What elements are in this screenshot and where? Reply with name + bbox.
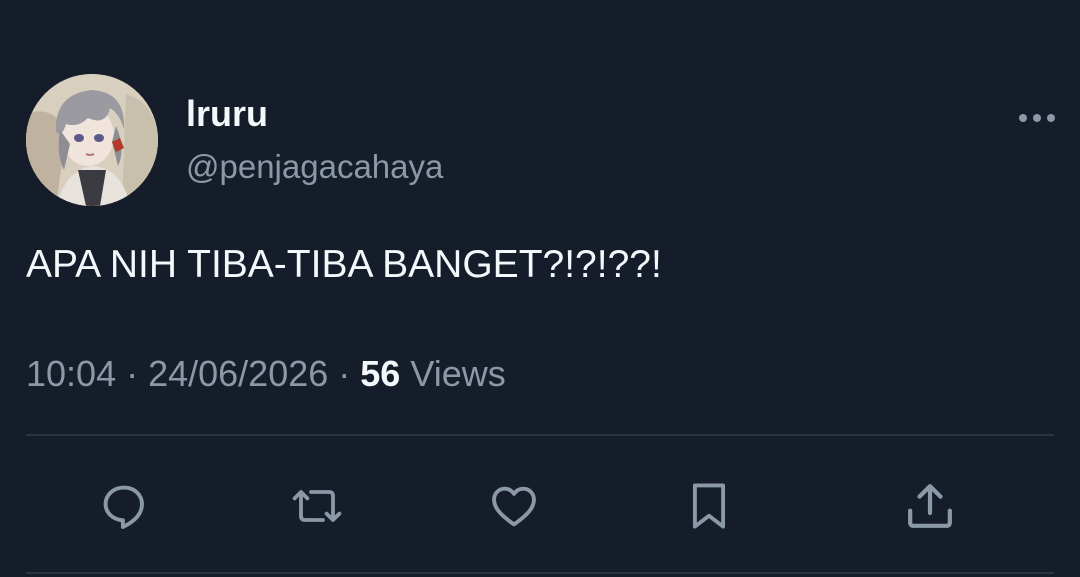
retweet-button[interactable] [291,478,347,534]
bookmark-button[interactable] [681,478,737,534]
reply-icon [103,485,144,529]
more-dot [1033,114,1041,122]
views-count: 56 [360,353,401,394]
author-display-name[interactable]: lruru [186,96,268,132]
meta-separator: · [328,353,361,394]
heart-icon [492,486,536,527]
meta-separator: · [116,353,149,394]
author-handle[interactable]: @penjagacahaya [186,150,443,183]
divider [26,434,1054,436]
reply-button[interactable] [96,478,152,534]
tweet-time[interactable]: 10:04 [26,353,116,394]
divider [26,572,1054,574]
tweet-date[interactable]: 24/06/2026 [148,353,328,394]
tweet-meta: 10:04 · 24/06/2026 · 56 Views [26,356,506,392]
avatar-image [26,74,158,206]
more-dot [1047,114,1055,122]
like-button[interactable] [486,478,542,534]
action-bar [0,478,1080,534]
bookmark-icon [692,483,726,529]
share-button[interactable] [902,478,958,534]
more-dot [1019,114,1027,122]
share-icon [908,484,952,528]
more-options-icon[interactable] [1014,110,1060,126]
avatar[interactable] [26,74,158,206]
tweet-text: APA NIH TIBA-TIBA BANGET?!?!??! [26,243,662,286]
tweet-detail: lruru @penjagacahaya APA NIH TIBA-TIBA B… [0,0,1080,577]
views-label: Views [410,353,506,394]
retweet-icon [292,490,342,522]
